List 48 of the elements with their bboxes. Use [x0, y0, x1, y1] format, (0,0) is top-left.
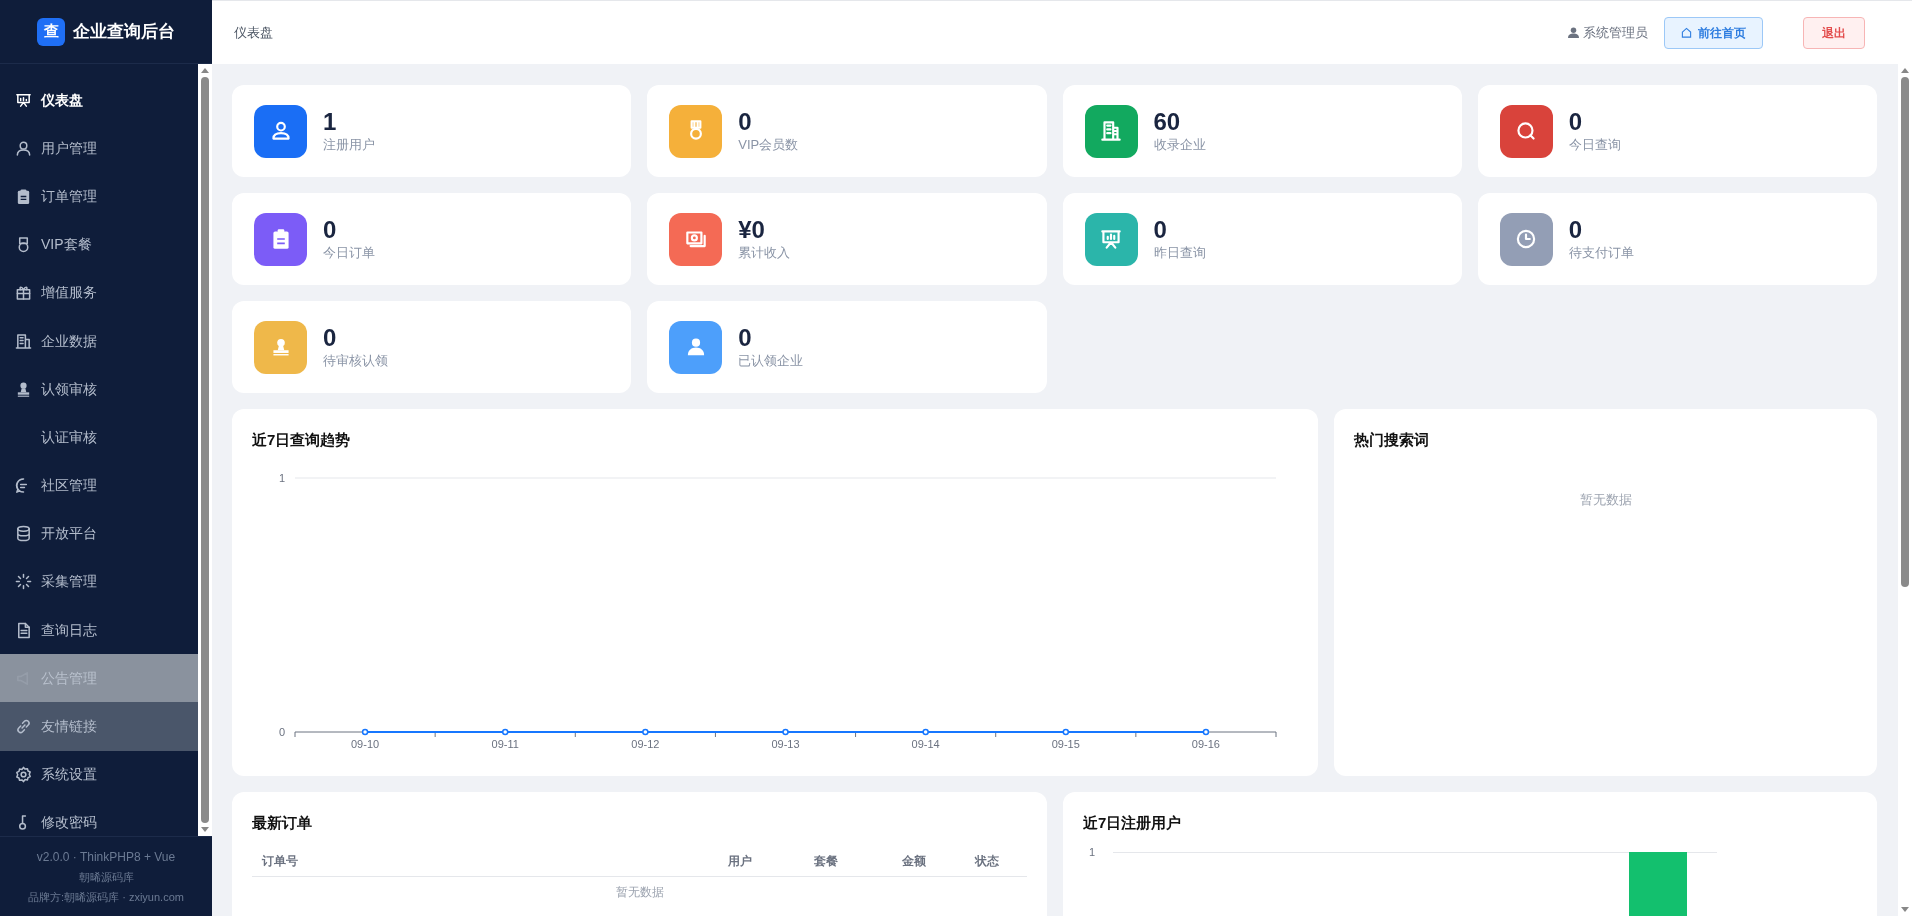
column-header: 用户 [727, 853, 753, 870]
column-header: 金额 [901, 853, 927, 870]
axis-label: 09-15 [1051, 737, 1080, 750]
axis-label: 09-13 [771, 737, 800, 750]
card-title: 热门搜索词 [1354, 430, 1430, 450]
axis-label: 09-12 [631, 737, 660, 750]
empty-text: 暂无数据 [1579, 490, 1632, 509]
stat-label: 今日订单 [323, 244, 375, 262]
stat-value: 0 [738, 108, 753, 136]
stat-label: 待支付订单 [1568, 244, 1634, 262]
stat-value: 0 [1568, 216, 1584, 244]
axis-label: 1 [278, 471, 285, 484]
column-header: 套餐 [813, 853, 839, 870]
stat-value: 0 [1568, 108, 1584, 136]
app-title: 企业查询后台 [73, 20, 175, 43]
footer-text: v2.0.0 · ThinkPHP8 + Vue [36, 849, 176, 866]
stat-label: 收录企业 [1153, 136, 1206, 154]
column-header: 订单号 [262, 853, 299, 870]
stat-value: 0 [738, 324, 753, 352]
breadcrumb: 仪表盘 [234, 23, 273, 42]
stat-label: 累计收入 [738, 244, 791, 262]
empty-text: 暂无数据 [615, 883, 664, 901]
axis-label: 0 [278, 725, 285, 738]
stat-value: 0 [323, 216, 338, 244]
card-title: 近7日查询趋势 [252, 430, 352, 450]
footer-text: 品牌方:朝晞源码库 · zxiyun.com [28, 889, 184, 905]
stat-label: VIP会员数 [738, 136, 799, 154]
logo-icon: 查 [37, 17, 65, 46]
axis-label: 09-14 [911, 737, 940, 750]
axis-label: 09-10 [351, 737, 380, 750]
axis-label: 09-16 [1191, 737, 1220, 750]
footer-text: 朝晞源码库 [78, 870, 134, 885]
card-title: 最新订单 [252, 813, 313, 833]
stat-label: 今日查询 [1568, 136, 1621, 154]
stat-value: ¥0 [738, 216, 766, 244]
column-header: 状态 [973, 853, 1000, 870]
stat-value: 1 [323, 108, 338, 136]
stat-label: 注册用户 [323, 136, 375, 154]
user-name: 系统管理员 [1583, 23, 1648, 42]
stat-value: 0 [323, 324, 338, 352]
card-title: 近7日注册用户 [1083, 813, 1183, 833]
stat-label: 已认领企业 [738, 352, 804, 370]
axis-label: 09-11 [491, 737, 519, 750]
axis-label: 1 [1089, 846, 1096, 858]
stat-label: 昨日查询 [1153, 244, 1206, 262]
stat-value: 60 [1153, 108, 1182, 136]
stat-value: 0 [1153, 216, 1168, 244]
stat-label: 待审核认领 [323, 352, 388, 370]
